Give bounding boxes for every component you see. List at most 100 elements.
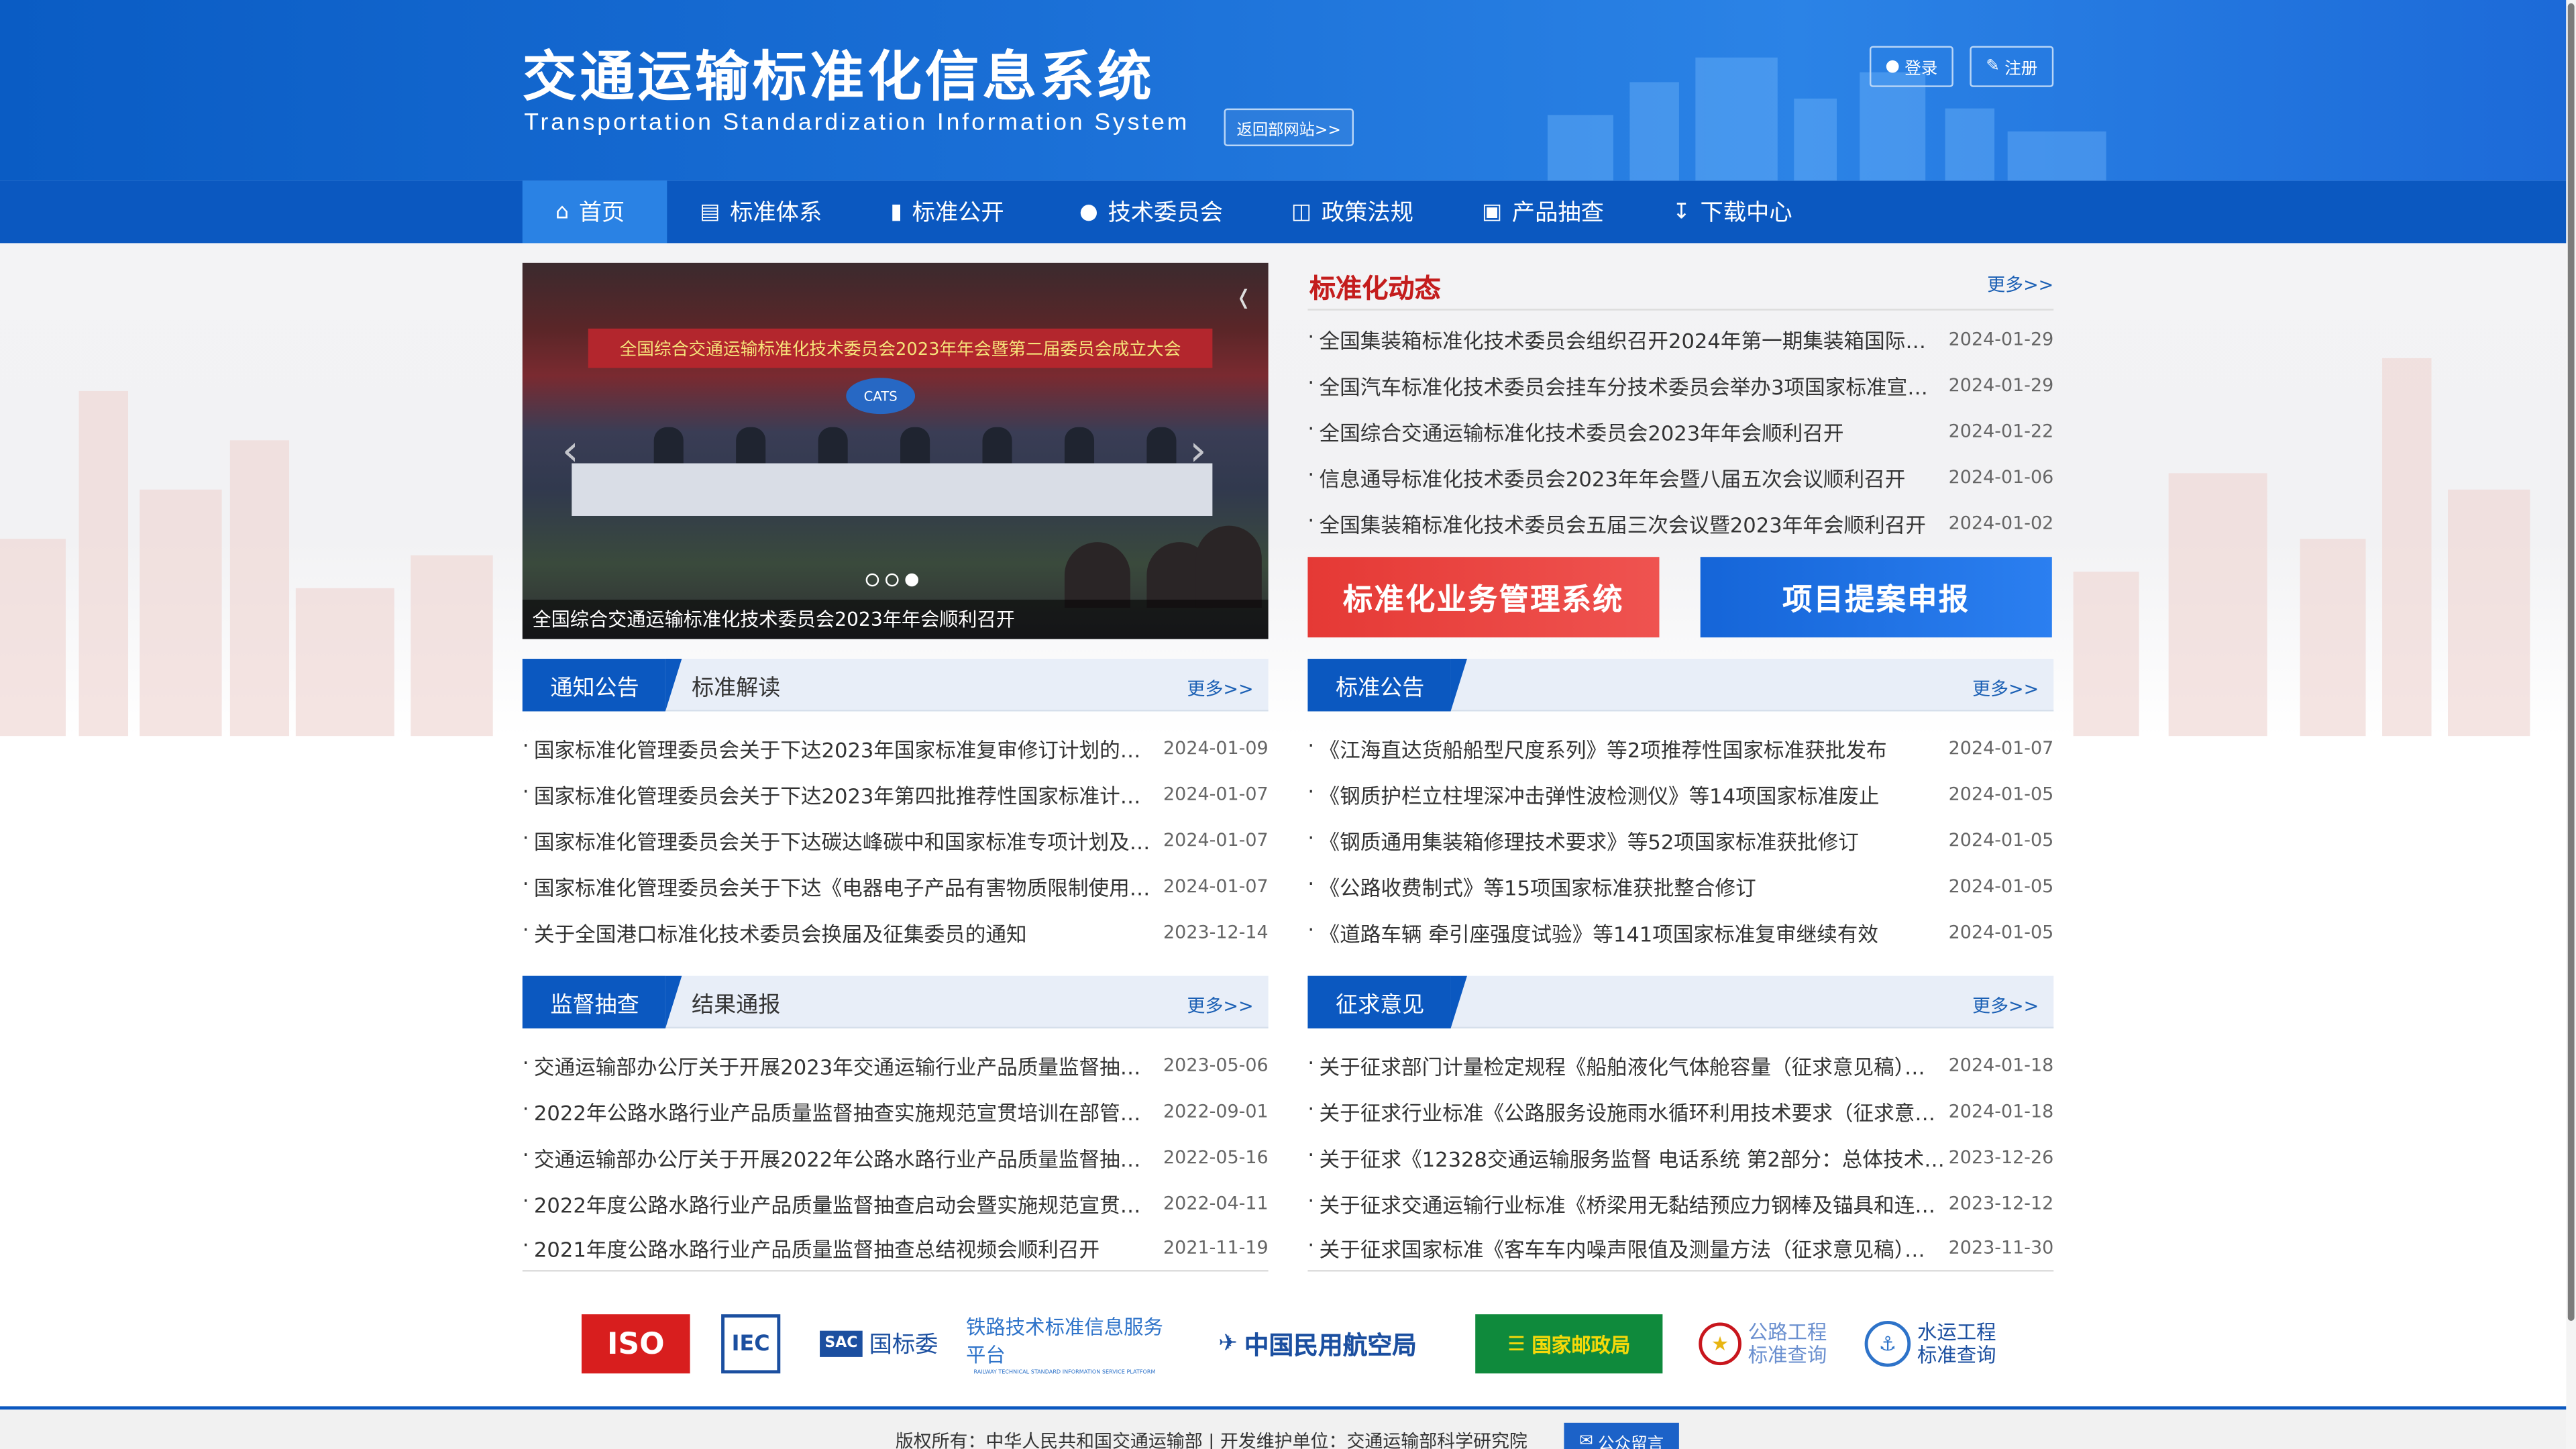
item-title[interactable]: 国家标准化管理委员会关于下达2023年国家标准复审修订计划的通知 [523, 732, 1160, 763]
list-item[interactable]: 《道路车辆 牵引座强度试验》等141项国家标准复审继续有效2024-01-05 [1307, 908, 2053, 955]
item-title[interactable]: 全国汽车标准化技术委员会挂车分技术委员会举办3项国家标准宣贯会 [1307, 369, 1945, 400]
book-icon: ▮ [890, 199, 902, 225]
item-title[interactable]: 《钢质护栏立柱埋深冲击弹性波检测仪》等14项国家标准废止 [1307, 778, 1945, 810]
proposal-button[interactable]: 项目提案申报 [1700, 557, 2052, 638]
scrollbar-thumb[interactable] [2567, 3, 2575, 1321]
item-title[interactable]: 国家标准化管理委员会关于下达2023年第四批推荐性国家标准计划及相关标准外文版计… [523, 778, 1160, 810]
carousel-dot[interactable] [885, 573, 899, 587]
nav-home[interactable]: ⌂ 首页 [522, 180, 667, 244]
item-title[interactable]: 关于征求行业标准《公路服务设施雨水循环利用技术要求（征求意见稿）》意见的函 [1307, 1095, 1945, 1126]
page-scrollbar[interactable] [2566, 0, 2576, 1449]
nav-label: 标准体系 [730, 200, 822, 227]
site-header: 交通运输标准化信息系统 Transportation Standardizati… [0, 0, 2567, 181]
tab-standard-announcement[interactable]: 标准公告 [1307, 659, 1467, 712]
carousel-prev-icon[interactable]: ‹ [562, 427, 579, 476]
list-item[interactable]: 全国汽车标准化技术委员会挂车分技术委员会举办3项国家标准宣贯会2024-01-2… [1307, 362, 2053, 408]
item-title[interactable]: 全国集装箱标准化技术委员会组织召开2024年第一期集装箱国际标准研讨会 [1307, 323, 1945, 354]
login-button[interactable]: ● 登录 [1869, 46, 1953, 87]
list-item[interactable]: 关于征求交通运输行业标准《桥梁用无黏结预应力钢棒及锚具和连接器》意见的函2023… [1307, 1179, 2053, 1226]
nav-policy[interactable]: ◫ 政策法规 [1291, 180, 1413, 243]
standard-more-link[interactable]: 更多>> [1972, 676, 2039, 702]
item-title[interactable]: 国家标准化管理委员会关于下达碳达峰碳中和国家标准专项计划及相关标准外文版计划的通… [523, 824, 1160, 855]
carousel-next-icon[interactable]: › [1189, 427, 1206, 476]
item-title[interactable]: 关于征求部门计量检定规程《船舶液化气体舱容量（征求意见稿）》意见的函 [1307, 1049, 1945, 1081]
item-title[interactable]: 2022年公路水路行业产品质量监督抽查实施规范宣贯培训在部管理干部学院举办 [523, 1095, 1160, 1126]
standard-panel-header: 标准公告 更多>> [1307, 659, 2054, 712]
list-item[interactable]: 国家标准化管理委员会关于下达碳达峰碳中和国家标准专项计划及相关标准外文版计划的通… [523, 816, 1269, 863]
public-message-button[interactable]: ✉ 公众留言 [1564, 1422, 1679, 1449]
tab-opinion[interactable]: 征求意见 [1307, 975, 1467, 1029]
list-item[interactable]: 关于征求行业标准《公路服务设施雨水循环利用技术要求（征求意见稿）》意见的函202… [1307, 1087, 2053, 1134]
item-title[interactable]: 2021年度公路水路行业产品质量监督抽查总结视频会顺利召开 [523, 1232, 1160, 1264]
list-item[interactable]: 国家标准化管理委员会关于下达2023年国家标准复审修订计划的通知2024-01-… [523, 724, 1269, 771]
list-item[interactable]: 全国集装箱标准化技术委员会五届三次会议暨2023年年会顺利召开2024-01-0… [1307, 499, 2053, 545]
list-item[interactable]: 全国集装箱标准化技术委员会组织召开2024年第一期集装箱国际标准研讨会2024-… [1307, 315, 2053, 362]
mgmt-system-button[interactable]: 标准化业务管理系统 [1307, 557, 1660, 638]
item-date: 2024-01-29 [1948, 374, 2054, 395]
register-label: 注册 [2004, 60, 2038, 79]
item-title[interactable]: 《公路收费制式》等15项国家标准获批整合修订 [1307, 870, 1945, 902]
item-title[interactable]: 全国集装箱标准化技术委员会五届三次会议暨2023年年会顺利召开 [1307, 507, 1945, 539]
item-title[interactable]: 国家标准化管理委员会关于下达《电器电子产品有害物质限制使用要求》等国家标准计划的… [523, 870, 1160, 902]
item-date: 2024-01-07 [1163, 828, 1269, 851]
item-title[interactable]: 全国综合交通运输标准化技术委员会2023年年会顺利召开 [1307, 415, 1945, 446]
list-item[interactable]: 《钢质护栏立柱埋深冲击弹性波检测仪》等14项国家标准废止2024-01-05 [1307, 771, 2053, 817]
nav-download[interactable]: ↧ 下载中心 [1672, 180, 1792, 243]
notice-more-link[interactable]: 更多>> [1187, 676, 1254, 702]
list-item[interactable]: 关于征求部门计量检定规程《船舶液化气体舱容量（征求意见稿）》意见的函2024-0… [1307, 1042, 2053, 1088]
nav-standard-public[interactable]: ▮ 标准公开 [890, 180, 1004, 243]
list-item[interactable]: 《公路收费制式》等15项国家标准获批整合修订2024-01-05 [1307, 863, 2053, 909]
list-item[interactable]: 交通运输部办公厅关于开展2022年公路水路行业产品质量监督抽查工作的通知2022… [523, 1134, 1269, 1180]
item-title[interactable]: 关于征求《12328交通运输服务监督 电话系统 第2部分：总体技术要求》意见的函 [1307, 1141, 1945, 1173]
carousel-dot[interactable] [865, 573, 879, 587]
item-title[interactable]: 关于征求国家标准《客车车内噪声限值及测量方法（征求意见稿）》意见的函 [1307, 1232, 1945, 1264]
item-title[interactable]: 《钢质通用集装箱修理技术要求》等52项国家标准获批修订 [1307, 824, 1945, 855]
list-item[interactable]: 国家标准化管理委员会关于下达《电器电子产品有害物质限制使用要求》等国家标准计划的… [523, 863, 1269, 909]
sac-logo[interactable]: SAC 国标委 [813, 1314, 945, 1373]
item-title[interactable]: 关于征求交通运输行业标准《桥梁用无黏结预应力钢棒及锚具和连接器》意见的函 [1307, 1187, 1945, 1218]
register-button[interactable]: ✎ 注册 [1970, 46, 2054, 87]
list-item[interactable]: 国家标准化管理委员会关于下达2023年第四批推荐性国家标准计划及相关标准外文版计… [523, 771, 1269, 817]
nav-standard-system[interactable]: ▤ 标准体系 [700, 180, 822, 243]
nav-product-check[interactable]: ▣ 产品抽查 [1482, 180, 1604, 243]
tab-supervision[interactable]: 监督抽查 [522, 975, 682, 1029]
list-item[interactable]: 关于征求国家标准《客车车内噪声限值及测量方法（征求意见稿）》意见的函2023-1… [1307, 1226, 2054, 1272]
caac-logo[interactable]: ✈ 中国民用航空局 [1186, 1314, 1449, 1373]
item-title[interactable]: 《江海直达货船船型尺度系列》等2项推荐性国家标准获批发布 [1307, 732, 1945, 763]
list-item[interactable]: 关于征求《12328交通运输服务监督 电话系统 第2部分：总体技术要求》意见的函… [1307, 1134, 2053, 1180]
opinion-more-link[interactable]: 更多>> [1972, 992, 2039, 1018]
item-title[interactable]: 《道路车辆 牵引座强度试验》等141项国家标准复审继续有效 [1307, 916, 1945, 947]
news-carousel[interactable]: 全国综合交通运输标准化技术委员会2023年年会暨第二届委员会成立大会 CATS … [522, 262, 1269, 639]
list-item[interactable]: 全国综合交通运输标准化技术委员会2023年年会顺利召开2024-01-22 [1307, 407, 2053, 453]
list-item[interactable]: 2021年度公路水路行业产品质量监督抽查总结视频会顺利召开2021-11-19 [522, 1226, 1269, 1272]
item-title[interactable]: 2022年度公路水路行业产品质量监督抽查启动会暨实施规范宣贯会顺利召开 [523, 1187, 1160, 1218]
railway-logo[interactable]: 铁路技术标准信息服务平台 RAILWAY TECHNICAL STANDARD … [966, 1314, 1163, 1375]
list-item[interactable]: 《钢质通用集装箱修理技术要求》等52项国家标准获批修订2024-01-05 [1307, 816, 2053, 863]
supervision-more-link[interactable]: 更多>> [1187, 992, 1254, 1018]
supervision-panel-header: 监督抽查 结果通报 更多>> [522, 975, 1269, 1029]
post-logo[interactable]: ☰ 国家邮政局 [1475, 1314, 1663, 1374]
list-item[interactable]: 关于全国港口标准化技术委员会换届及征集委员的通知2023-12-14 [523, 908, 1269, 955]
item-title[interactable]: 交通运输部办公厅关于开展2023年交通运输行业产品质量监督抽查工作的通知 [523, 1049, 1160, 1081]
carousel-caption[interactable]: 全国综合交通运输标准化技术委员会2023年年会顺利召开 [522, 599, 1269, 639]
iec-logo[interactable]: IEC [721, 1314, 781, 1374]
tab-results[interactable]: 结果通报 [692, 976, 780, 1028]
iso-logo[interactable]: ISO [581, 1314, 690, 1374]
item-title[interactable]: 关于全国港口标准化技术委员会换届及征集委员的通知 [523, 916, 1160, 947]
water-query-logo[interactable]: ⚓ 水运工程 标准查询 [1856, 1314, 2004, 1373]
item-date: 2023-05-06 [1163, 1054, 1269, 1075]
dynamics-more-link[interactable]: 更多>> [1987, 271, 2053, 297]
highway-query-logo[interactable]: ★ 公路工程 标准查询 [1689, 1314, 1837, 1373]
list-item[interactable]: 《江海直达货船船型尺度系列》等2项推荐性国家标准获批发布2024-01-07 [1307, 724, 2053, 771]
list-item[interactable]: 信息通导标准化技术委员会2023年年会暨八届五次会议顺利召开2024-01-06 [1307, 453, 2053, 500]
nav-tech-committee[interactable]: ● 技术委员会 [1079, 180, 1223, 243]
tab-notice[interactable]: 通知公告 [522, 659, 682, 712]
tab-interpretation[interactable]: 标准解读 [692, 659, 780, 711]
item-title[interactable]: 信息通导标准化技术委员会2023年年会暨八届五次会议顺利召开 [1307, 461, 1945, 492]
back-to-ministry-button[interactable]: 返回部网站>> [1224, 108, 1354, 146]
list-item[interactable]: 2022年公路水路行业产品质量监督抽查实施规范宣贯培训在部管理干部学院举办202… [523, 1087, 1269, 1134]
item-title[interactable]: 交通运输部办公厅关于开展2022年公路水路行业产品质量监督抽查工作的通知 [523, 1141, 1160, 1173]
list-item[interactable]: 交通运输部办公厅关于开展2023年交通运输行业产品质量监督抽查工作的通知2023… [523, 1042, 1269, 1088]
carousel-dot-active[interactable] [905, 573, 918, 587]
list-item[interactable]: 2022年度公路水路行业产品质量监督抽查启动会暨实施规范宣贯会顺利召开2022-… [523, 1179, 1269, 1226]
